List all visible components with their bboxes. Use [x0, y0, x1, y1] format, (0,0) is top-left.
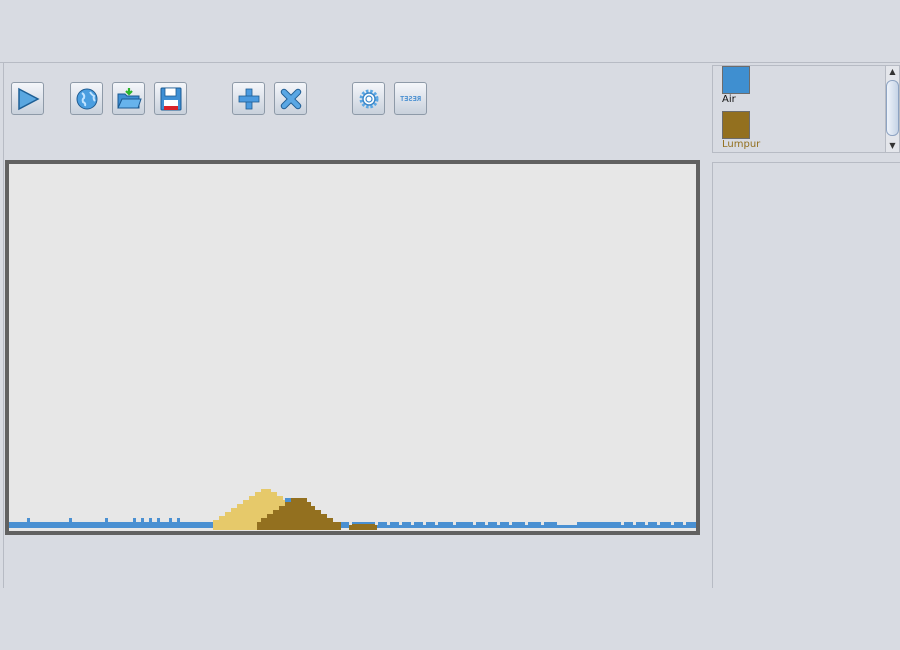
scroll-thumb[interactable]: [886, 80, 899, 136]
palette-item-lumpur[interactable]: Lumpur: [722, 111, 812, 151]
mud-patch: [349, 524, 377, 530]
scroll-up-arrow-icon[interactable]: ▲: [886, 66, 899, 78]
remove-element-button[interactable]: [274, 82, 307, 115]
reset-text-icon: RESET: [399, 94, 422, 103]
world-button[interactable]: [70, 82, 103, 115]
save-button[interactable]: [154, 82, 187, 115]
lumpur-swatch: [722, 111, 750, 139]
settings-button[interactable]: [352, 82, 385, 115]
plus-icon: [238, 88, 259, 109]
reset-button[interactable]: RESET: [394, 82, 427, 115]
play-button[interactable]: [11, 82, 44, 115]
palette-item-label: Lumpur: [722, 139, 761, 150]
gear-icon: [359, 89, 378, 108]
water-splashes: [27, 518, 180, 522]
air-swatch: [722, 66, 750, 94]
simulation-scene: [9, 489, 696, 530]
play-icon: [17, 87, 40, 110]
open-button[interactable]: [112, 82, 145, 115]
top-band: [0, 0, 900, 62]
palette-scrollbar[interactable]: ▲ ▼: [885, 66, 899, 152]
palette-item-air[interactable]: Air: [722, 66, 812, 106]
add-element-button[interactable]: [232, 82, 265, 115]
app-window: RESET Air Lumpur ▲ ▼: [0, 0, 900, 650]
close-x-icon: [280, 88, 301, 109]
info-panel: [712, 162, 900, 588]
floppy-disk-icon: [160, 87, 181, 110]
globe-icon: [76, 88, 97, 109]
simulation-canvas[interactable]: [5, 160, 700, 535]
element-palette: Air Lumpur ▲ ▼: [712, 65, 900, 153]
palette-item-label: Air: [722, 94, 736, 105]
folder-open-icon: [116, 87, 142, 108]
scroll-down-arrow-icon[interactable]: ▼: [886, 140, 899, 152]
